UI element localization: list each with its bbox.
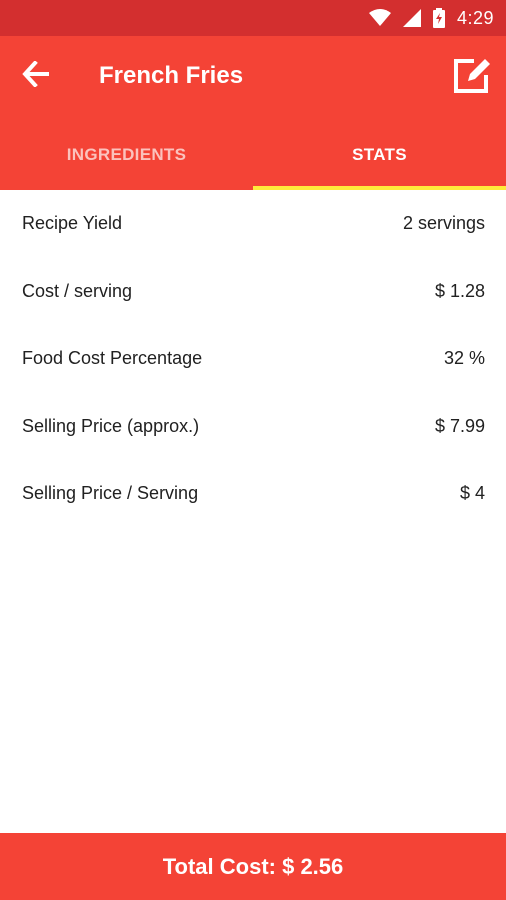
stat-label: Cost / serving bbox=[22, 280, 133, 301]
signal-icon bbox=[402, 9, 421, 27]
app-bar: French Fries bbox=[0, 36, 506, 120]
status-time: 4:29 bbox=[456, 7, 494, 28]
edit-button[interactable] bbox=[450, 56, 494, 100]
stat-row-selling-price: Selling Price (approx.) $ 7.99 bbox=[0, 393, 506, 461]
arrow-back-icon bbox=[22, 59, 50, 92]
tab-bar: INGREDIENTS STATS bbox=[0, 120, 506, 190]
stat-row-selling-price-per-serving: Selling Price / Serving $ 4 bbox=[0, 460, 506, 528]
battery-icon bbox=[432, 8, 445, 28]
stat-row-recipe-yield: Recipe Yield 2 servings bbox=[0, 190, 506, 258]
tab-ingredients[interactable]: INGREDIENTS bbox=[0, 120, 253, 190]
stat-row-cost-per-serving: Cost / serving $ 1.28 bbox=[0, 258, 506, 326]
edit-icon bbox=[452, 57, 492, 100]
stat-label: Food Cost Percentage bbox=[22, 348, 203, 369]
total-cost-bar: Total Cost: $ 2.56 bbox=[0, 833, 506, 900]
stat-label: Selling Price (approx.) bbox=[22, 415, 200, 436]
stat-row-food-cost-percentage: Food Cost Percentage 32 % bbox=[0, 325, 506, 393]
stat-value: $ 1.28 bbox=[434, 280, 485, 301]
page-title: French Fries bbox=[99, 62, 244, 89]
wifi-icon bbox=[368, 9, 391, 27]
stat-value: 2 servings bbox=[402, 213, 485, 234]
stat-value: $ 4 bbox=[459, 483, 485, 504]
stat-label: Recipe Yield bbox=[22, 213, 123, 234]
total-cost-label: Total Cost: $ 2.56 bbox=[162, 853, 344, 879]
back-button[interactable] bbox=[18, 58, 54, 94]
stats-list: Recipe Yield 2 servings Cost / serving $… bbox=[0, 190, 506, 528]
stat-value: 32 % bbox=[443, 348, 485, 369]
stat-value: $ 7.99 bbox=[434, 415, 485, 436]
status-bar: 4:29 bbox=[0, 0, 506, 36]
stat-label: Selling Price / Serving bbox=[22, 483, 199, 504]
tab-stats[interactable]: STATS bbox=[253, 120, 506, 190]
